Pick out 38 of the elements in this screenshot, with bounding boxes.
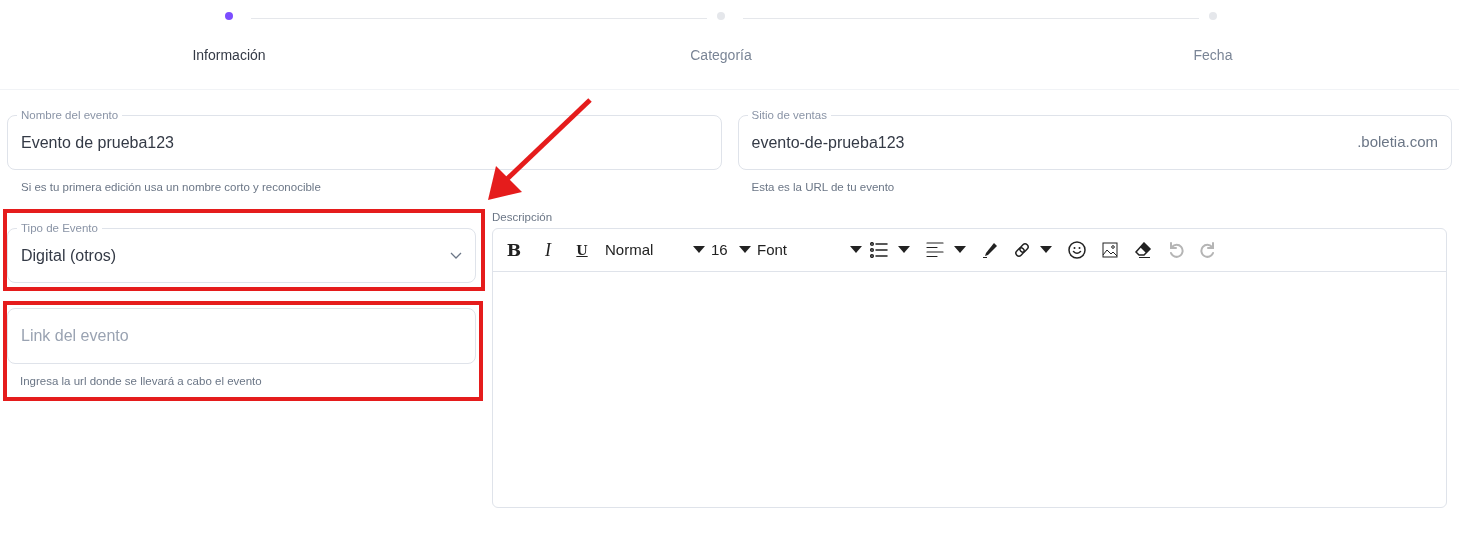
- underline-button[interactable]: U: [565, 237, 599, 264]
- caret-icon: [739, 246, 751, 255]
- link-icon: [1014, 242, 1030, 259]
- caret-icon: [1040, 246, 1052, 255]
- domain-suffix: .boletia.com: [1357, 132, 1438, 153]
- field-label: Tipo de Evento: [17, 221, 102, 236]
- field-label: Descripción: [492, 210, 554, 225]
- caret-icon: [693, 246, 705, 255]
- helper-text: Si es tu primera edición usa un nombre corto y reconocible: [21, 180, 322, 195]
- image-icon: [1102, 242, 1118, 259]
- input-field[interactable]: Link del evento: [7, 308, 476, 365]
- field-value: Evento de prueba123: [21, 132, 174, 153]
- smiley-icon: [1068, 241, 1086, 260]
- chevron-down-icon: [450, 251, 462, 260]
- eraser-icon: [1134, 242, 1152, 259]
- helper-text: Ingresa la url donde se llevará a cabo el evento: [20, 374, 263, 390]
- rich-text-editor[interactable]: B I U Normal 16 Font: [492, 228, 1447, 509]
- toolbar-dropdown[interactable]: Normal: [605, 237, 705, 264]
- toolbar-dropdown[interactable]: 16: [711, 237, 751, 264]
- step-label[interactable]: Categoría: [690, 45, 752, 66]
- caret-icon: [898, 246, 910, 255]
- step-label[interactable]: Información: [192, 45, 266, 66]
- helper-text: Esta es la URL de tu evento: [751, 180, 896, 195]
- field-label: Sitio de ventas: [747, 108, 831, 122]
- align-left-icon: [926, 242, 944, 259]
- italic-button[interactable]: I: [531, 237, 565, 264]
- field-value: evento-de-prueba123: [751, 132, 905, 153]
- list-icon: [870, 242, 888, 259]
- caret-icon: [850, 246, 862, 255]
- select-value: Digital (otros): [21, 245, 117, 266]
- step-label[interactable]: Fecha: [1193, 45, 1233, 66]
- bold-button[interactable]: B: [497, 237, 531, 264]
- redo-icon: [1200, 241, 1216, 260]
- field-label: Nombre del evento: [17, 108, 123, 122]
- pen-icon: [982, 242, 998, 259]
- undo-icon: [1168, 241, 1184, 260]
- toolbar-dropdown[interactable]: Font: [757, 237, 862, 264]
- caret-icon: [954, 246, 966, 255]
